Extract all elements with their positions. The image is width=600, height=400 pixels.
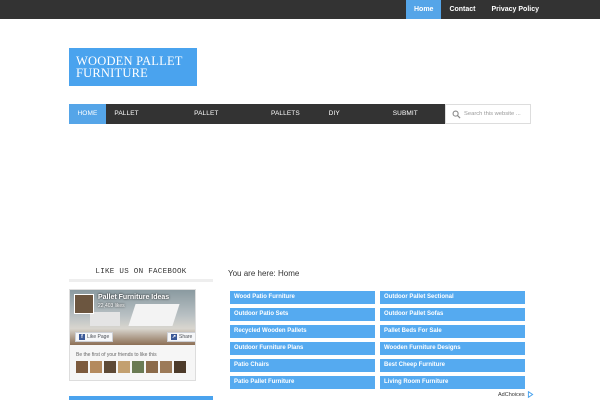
facebook-page-name[interactable]: Pallet Furniture Ideas [98, 294, 169, 301]
widget-divider [69, 279, 213, 282]
sidebar-widget-header [69, 396, 213, 400]
adchoices-icon [527, 391, 534, 398]
friend-avatar[interactable] [174, 361, 186, 373]
facebook-cover-photo[interactable]: Pallet Furniture Ideas 22,403 likes f Li… [70, 290, 195, 345]
widget-title: LIKE US ON FACEBOOK [95, 268, 187, 276]
facebook-share-button[interactable]: ↗ Share [167, 332, 195, 342]
friend-avatar[interactable] [104, 361, 116, 373]
primary-nav: HOME PALLET FURNITURE PALLET PROJECTS PA… [69, 104, 445, 137]
link-tile[interactable]: Wooden Furniture Designs [380, 342, 525, 355]
nav-item-pallets-diy[interactable]: PALLETS DIY [263, 104, 321, 137]
top-bar: Home Contact Privacy Policy [0, 0, 600, 19]
link-tile[interactable]: Pallet Beds For Sale [380, 325, 525, 338]
nav-item-pallet-furniture[interactable]: PALLET FURNITURE [106, 104, 186, 137]
adchoices-label: AdChoices [498, 391, 525, 398]
link-tile[interactable]: Outdoor Pallet Sofas [380, 308, 525, 321]
link-tile[interactable]: Outdoor Pallet Sectional [380, 291, 525, 304]
facebook-icon: f [79, 334, 85, 340]
facebook-like-label: Like Page [87, 334, 110, 340]
friend-avatar[interactable] [132, 361, 144, 373]
facebook-share-label: Share [179, 334, 193, 340]
friend-avatar[interactable] [90, 361, 102, 373]
link-tile[interactable]: Best Cheep Furniture [380, 359, 525, 372]
link-tile[interactable]: Recycled Wooden Pallets [230, 325, 375, 338]
friend-avatar[interactable] [118, 361, 130, 373]
facebook-like-count: 22,403 likes [98, 303, 125, 309]
link-tile[interactable]: Patio Pallet Furniture [230, 376, 375, 389]
facebook-page-widget: Pallet Furniture Ideas 22,403 likes f Li… [69, 289, 196, 381]
adchoices-badge[interactable]: AdChoices [498, 391, 534, 398]
search-box [445, 104, 531, 124]
link-tile[interactable]: Patio Chairs [230, 359, 375, 372]
link-tile[interactable]: Living Room Furniture [380, 376, 525, 389]
top-nav-privacy-policy[interactable]: Privacy Policy [484, 0, 547, 19]
nav-item-diy-projects[interactable]: DIY PROJECTS [320, 104, 384, 137]
link-tile[interactable]: Outdoor Patio Sets [230, 308, 375, 321]
facebook-friend-avatars [76, 361, 186, 373]
link-tile[interactable]: Outdoor Furniture Plans [230, 342, 375, 355]
site-logo[interactable]: WOODEN PALLET FURNITURE [69, 48, 197, 86]
facebook-like-button[interactable]: f Like Page [75, 332, 114, 342]
breadcrumb: You are here: Home [228, 269, 300, 278]
friend-avatar[interactable] [146, 361, 158, 373]
friend-avatar[interactable] [76, 361, 88, 373]
nav-item-submit-post[interactable]: SUBMIT POST [384, 104, 445, 137]
facebook-page-avatar[interactable] [74, 294, 94, 314]
logo-line-2: FURNITURE [76, 66, 148, 80]
friend-avatar[interactable] [160, 361, 172, 373]
nav-item-pallet-projects[interactable]: PALLET PROJECTS [186, 104, 263, 137]
search-icon[interactable] [452, 110, 461, 119]
facebook-friends-text: Be the first of your friends to like thi… [76, 352, 157, 358]
search-input[interactable] [464, 107, 528, 121]
secondary-nav: Home Contact Privacy Policy [406, 0, 547, 19]
nav-item-home[interactable]: HOME [69, 104, 106, 124]
top-nav-home[interactable]: Home [406, 0, 442, 19]
top-nav-contact[interactable]: Contact [441, 0, 483, 19]
link-tile[interactable]: Wood Patio Furniture [230, 291, 375, 304]
share-icon: ↗ [171, 334, 177, 340]
